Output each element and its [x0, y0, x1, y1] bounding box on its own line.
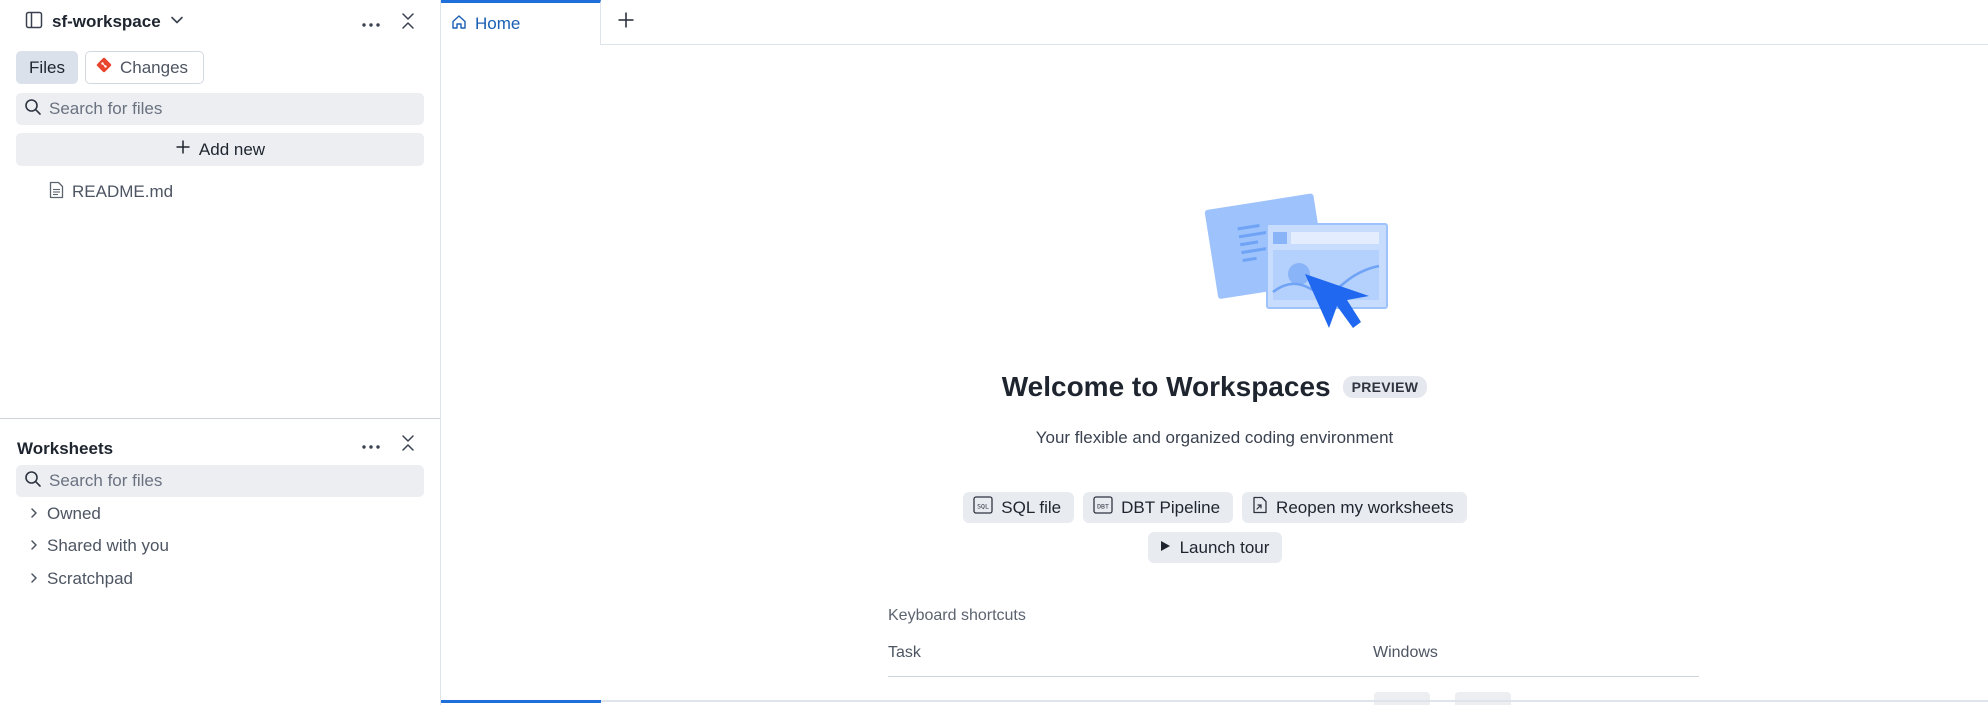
sql-file-icon: SQL	[973, 496, 993, 519]
chevron-right-icon	[29, 569, 39, 589]
files-search-input[interactable]: Search for files	[16, 93, 424, 125]
workspace-name: sf-workspace	[52, 12, 161, 31]
files-more-button[interactable]	[358, 10, 384, 36]
tree-item-label: Scratchpad	[47, 569, 133, 588]
search-icon	[24, 470, 42, 493]
add-new-label: Add new	[198, 139, 266, 159]
page-title: Welcome to Workspaces	[1001, 371, 1331, 402]
sql-file-button[interactable]: SQL SQL file	[963, 492, 1075, 523]
dbt-pipeline-label: DBT Pipeline	[1121, 497, 1221, 517]
worksheets-title: Worksheets	[17, 439, 114, 458]
collapse-icon	[400, 434, 416, 457]
changes-toggle[interactable]: Changes	[85, 51, 204, 84]
main-area: Home Welcome to Workspaces PREVIEW Your …	[441, 0, 1988, 705]
play-icon	[1158, 538, 1172, 558]
files-panel: sf-workspace Files Changes Search for fi…	[0, 0, 440, 419]
tree-item-label: Shared with you	[47, 536, 169, 555]
sidebar: sf-workspace Files Changes Search for fi…	[0, 0, 441, 705]
plus-icon	[175, 139, 191, 160]
tree-item-scratchpad[interactable]: Scratchpad	[29, 567, 133, 591]
file-text-icon	[49, 181, 64, 204]
worksheets-search-placeholder: Search for files	[49, 471, 163, 490]
tour-row: Launch tour	[441, 532, 1988, 563]
svg-text:SQL: SQL	[977, 503, 989, 511]
collapse-icon	[400, 12, 416, 35]
tab-bar: Home	[441, 0, 1988, 45]
welcome-heading: Welcome to Workspaces PREVIEW	[441, 371, 1988, 403]
tab-home-label: Home	[475, 14, 521, 33]
worksheets-panel: Worksheets Search for files Owned Shared…	[0, 421, 440, 705]
more-horizontal-icon	[361, 13, 381, 33]
column-header-windows: Windows	[1373, 644, 1438, 661]
workspace-selector[interactable]: sf-workspace	[24, 10, 185, 34]
chevron-down-icon	[169, 12, 185, 33]
add-new-button[interactable]: Add new	[16, 133, 424, 166]
worksheets-collapse-button[interactable]	[395, 432, 421, 458]
tree-item-shared[interactable]: Shared with you	[29, 534, 169, 558]
sql-file-label: SQL file	[1001, 497, 1062, 517]
reopen-worksheets-button[interactable]: Reopen my worksheets	[1242, 492, 1467, 523]
file-item-readme[interactable]: README.md	[49, 180, 173, 204]
dbt-icon: DBT	[1093, 496, 1113, 519]
reopen-worksheets-label: Reopen my worksheets	[1276, 497, 1454, 517]
launch-tour-label: Launch tour	[1179, 537, 1270, 557]
tree-item-owned[interactable]: Owned	[29, 502, 101, 526]
bottom-divider	[441, 700, 1988, 702]
key-cap	[1455, 692, 1511, 705]
files-toggle-label: Files	[29, 57, 65, 77]
more-horizontal-icon	[361, 435, 381, 455]
svg-text:DBT: DBT	[1097, 503, 1109, 511]
worksheets-search-input[interactable]: Search for files	[16, 465, 424, 497]
worksheets-more-button[interactable]	[358, 432, 384, 458]
files-search-placeholder: Search for files	[49, 99, 163, 118]
quick-actions: SQL SQL file DBT DBT Pipeline Reopen my …	[441, 492, 1988, 523]
tree-item-label: Owned	[47, 504, 101, 523]
workspace-illustration	[1201, 188, 1391, 338]
files-toggle[interactable]: Files	[16, 51, 78, 84]
launch-tour-button[interactable]: Launch tour	[1147, 532, 1283, 563]
key-cap	[1374, 692, 1430, 705]
git-icon	[96, 57, 112, 78]
shortcuts-title: Keyboard shortcuts	[888, 607, 1026, 624]
tab-home[interactable]: Home	[441, 0, 601, 45]
plus-icon	[617, 11, 635, 34]
files-collapse-button[interactable]	[395, 10, 421, 36]
dbt-pipeline-button[interactable]: DBT DBT Pipeline	[1083, 492, 1234, 523]
add-tab-button[interactable]	[612, 8, 640, 36]
changes-toggle-label: Changes	[120, 57, 189, 77]
home-icon	[451, 14, 467, 35]
bottom-active-indicator	[441, 700, 601, 703]
preview-badge: PREVIEW	[1342, 376, 1428, 398]
reopen-file-icon	[1252, 496, 1268, 519]
chevron-right-icon	[29, 504, 39, 524]
column-header-task: Task	[888, 644, 921, 661]
sidebar-layout-icon	[24, 10, 44, 35]
shortcuts-table-header: Task Windows	[888, 633, 1699, 677]
search-icon	[24, 98, 42, 121]
file-name: README.md	[72, 182, 174, 201]
page-subtitle: Your flexible and organized coding envir…	[1035, 428, 1394, 447]
chevron-right-icon	[29, 536, 39, 556]
